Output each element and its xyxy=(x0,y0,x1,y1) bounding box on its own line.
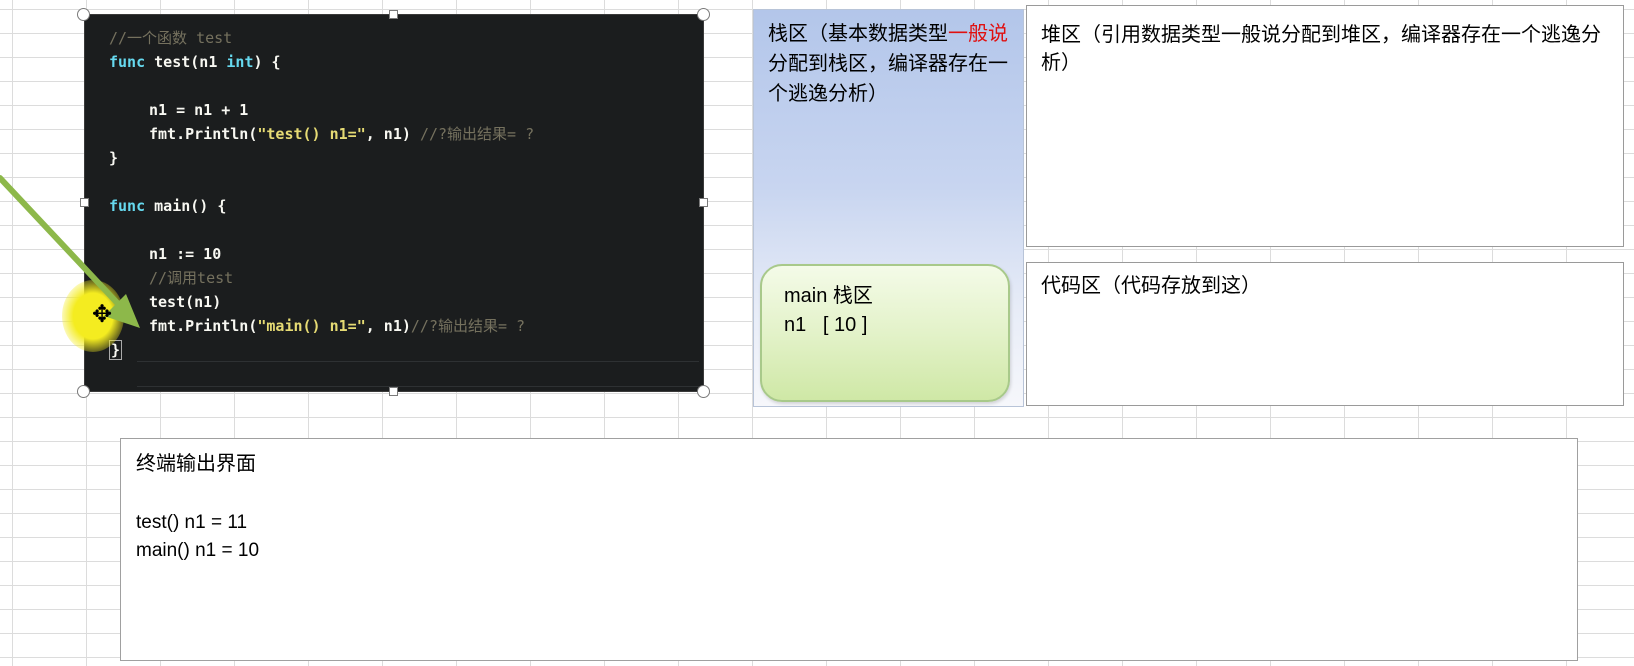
current-line-highlight xyxy=(137,361,699,387)
terminal-title: 终端输出界面 xyxy=(136,451,256,475)
main-frame-title: main 栈区 xyxy=(784,285,873,307)
code-area-box: 代码区（代码存放到这） xyxy=(1026,262,1624,406)
code-text: , n1) xyxy=(365,125,420,143)
resize-handle-bottom-right[interactable] xyxy=(697,385,710,398)
resize-handle-bottom[interactable] xyxy=(389,387,398,396)
code-area-title: 代码区（代码存放到这） xyxy=(1041,273,1261,297)
keyword-int: int xyxy=(226,53,254,71)
heap-area-title: 堆区（引用数据类型一般说分配到堆区，编译器存在一个逃逸分析） xyxy=(1041,22,1601,74)
code-text: , n1) xyxy=(365,317,411,335)
main-frame-var: n1 [ 10 ] xyxy=(784,314,868,336)
stack-title-text: 栈区（基本数据类型 xyxy=(768,21,948,45)
terminal-output-line: main() n1 = 10 xyxy=(136,540,260,561)
code-line-println-main: fmt.Println("main() n1=", n1)//?输出结果= ? xyxy=(149,315,525,337)
terminal-output-box: 终端输出界面 test() n1 = 11 main() n1 = 10 xyxy=(120,438,1578,661)
code-text: ) { xyxy=(253,53,281,71)
main-stack-frame: main 栈区 n1 [ 10 ] xyxy=(760,264,1010,402)
resize-handle-bottom-left[interactable] xyxy=(77,385,90,398)
code-line-println-test: fmt.Println("test() n1=", n1) //?输出结果= ? xyxy=(149,123,534,145)
stack-title-text: 分配到栈区，编译器存在一个逃逸分析） xyxy=(768,51,1008,105)
code-comment: //?输出结果= ? xyxy=(419,125,535,143)
terminal-output-line: test() n1 = 11 xyxy=(136,512,248,533)
resize-handle-right[interactable] xyxy=(699,198,708,207)
stack-title-highlight: 一般说 xyxy=(948,21,1008,45)
string-literal: "main() n1=" xyxy=(257,317,366,335)
string-literal: "test() n1=" xyxy=(257,125,366,143)
resize-handle-top[interactable] xyxy=(389,10,398,19)
main-frame-label: main 栈区 n1 [ 10 ] xyxy=(784,282,873,340)
heap-area-box: 堆区（引用数据类型一般说分配到堆区，编译器存在一个逃逸分析） xyxy=(1026,5,1624,247)
resize-handle-top-right[interactable] xyxy=(697,8,710,21)
move-cursor-icon: ✥ xyxy=(92,300,113,328)
stack-area-title: 栈区（基本数据类型一般说分配到栈区，编译器存在一个逃逸分析） xyxy=(768,18,1016,108)
code-comment: //?输出结果= ? xyxy=(410,317,526,335)
